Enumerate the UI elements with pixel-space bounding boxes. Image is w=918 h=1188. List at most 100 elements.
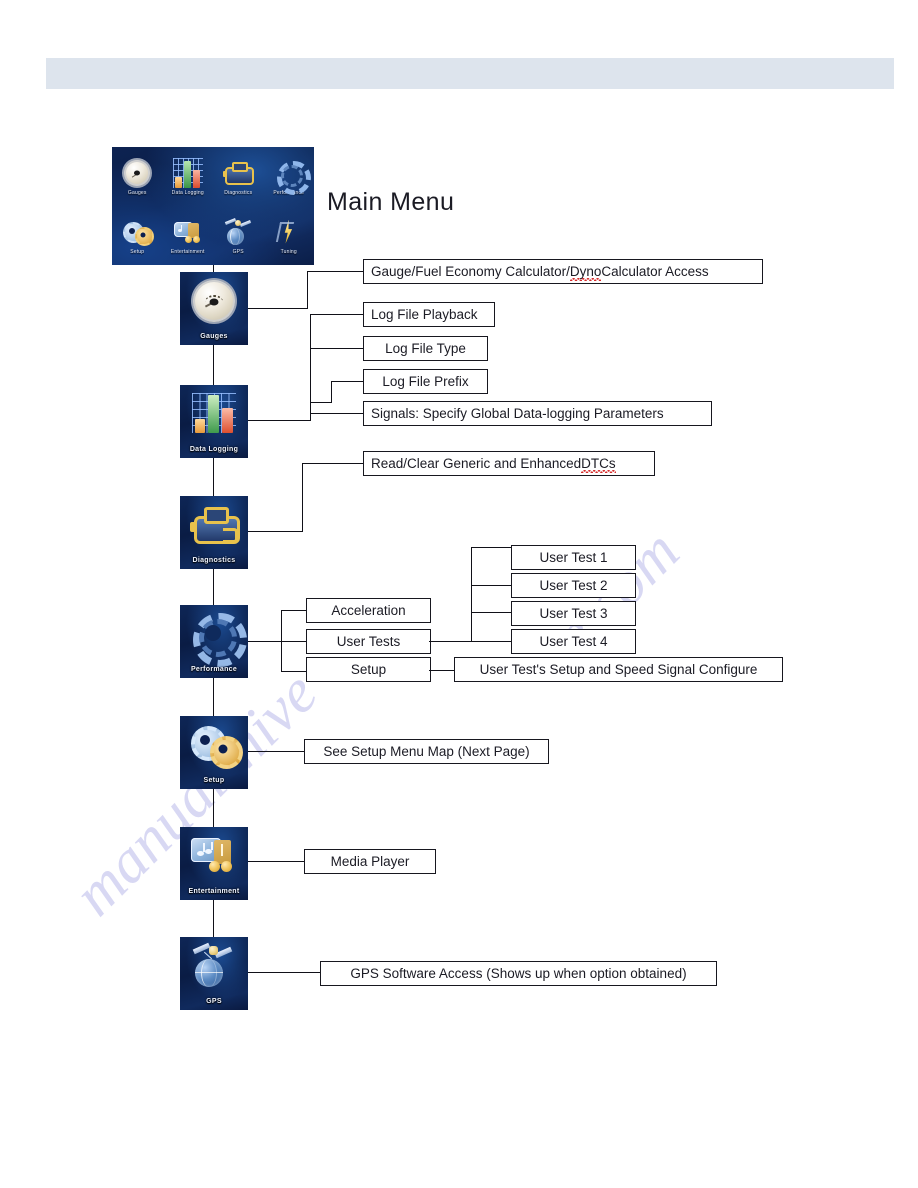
box-user-tests[interactable]: User Tests <box>306 629 431 654</box>
gauge-icon <box>190 278 238 324</box>
box-text: Signals: Specify Global Data-logging Par… <box>371 406 664 421</box>
spellcheck-word-dyno: Dyno <box>569 264 602 281</box>
mm-label: Gauges <box>127 189 147 196</box>
box-user-test-4[interactable]: User Test 4 <box>511 629 636 654</box>
connector-to-user-test-1 <box>471 547 512 548</box>
connector-diagnostics-to-box <box>302 463 364 464</box>
tile-setup[interactable]: Setup <box>180 716 248 789</box>
mm-label: Diagnostics <box>224 189 253 196</box>
connector-performance-out <box>248 641 282 642</box>
mm-label: Entertainment <box>170 248 205 255</box>
mm-item-data-logging: Data Logging <box>163 147 214 206</box>
box-signals[interactable]: Signals: Specify Global Data-logging Par… <box>363 401 712 426</box>
box-media-player[interactable]: Media Player <box>304 849 436 874</box>
box-text: Log File Prefix <box>382 374 469 389</box>
music-notes-icon <box>190 833 238 879</box>
box-user-test-2[interactable]: User Test 2 <box>511 573 636 598</box>
box-text: GPS Software Access (Shows up when optio… <box>350 966 687 981</box>
circular-arrows-icon <box>274 158 311 195</box>
box-text: Acceleration <box>331 603 406 618</box>
connector-to-user-test-setup <box>429 670 455 671</box>
box-gps-access[interactable]: GPS Software Access (Shows up when optio… <box>320 961 717 986</box>
tile-gps[interactable]: GPS <box>180 937 248 1010</box>
connector-to-user-tests <box>281 641 307 642</box>
bar-chart-icon <box>172 157 203 188</box>
page-canvas: manualshive e.com Gauges <box>0 0 918 1188</box>
tile-label: Data Logging <box>189 446 239 453</box>
satellite-globe-icon <box>223 217 253 247</box>
lightning-bolt-icon <box>274 217 304 247</box>
box-user-test-1[interactable]: User Test 1 <box>511 545 636 570</box>
box-text: User Test 4 <box>539 634 608 649</box>
gears-icon <box>190 722 243 769</box>
tile-label: Setup <box>203 777 225 784</box>
spine-segment-entertainment-gps <box>213 899 214 937</box>
tile-label: Performance <box>190 666 238 673</box>
box-text: Log File Type <box>385 341 466 356</box>
spine-segment-datalogging-diagnostics <box>213 458 214 496</box>
box-text-tail: Calculator Access <box>601 264 709 279</box>
page-title: Main Menu <box>327 188 455 216</box>
connector-to-user-test-3 <box>471 612 512 613</box>
spine-segment-setup-entertainment <box>213 789 214 827</box>
mm-item-entertainment: Entertainment <box>163 206 214 265</box>
satellite-globe-icon <box>190 942 238 989</box>
connector-to-user-test-4 <box>471 641 512 642</box>
connector-gauges-out <box>248 308 307 309</box>
connector-to-acceleration <box>281 610 307 611</box>
tile-gauges[interactable]: Gauges <box>180 272 248 345</box>
box-log-file-playback[interactable]: Log File Playback <box>363 302 495 327</box>
mm-label: GPS <box>232 248 244 255</box>
mm-item-gauges: Gauges <box>112 147 163 206</box>
connector-datalogging-out <box>248 420 311 421</box>
spine-segment-diagnostics-performance <box>213 568 214 605</box>
engine-icon <box>190 502 240 548</box>
spine-segment-performance-setup <box>213 678 214 716</box>
box-text: User Test 3 <box>539 606 608 621</box>
connector-user-tests-bus <box>471 547 472 642</box>
music-notes-icon <box>173 217 203 247</box>
engine-icon <box>223 158 255 188</box>
tile-performance[interactable]: Performance <box>180 605 248 678</box>
box-user-test-setup[interactable]: User Test's Setup and Speed Signal Confi… <box>454 657 783 682</box>
bar-chart-icon <box>190 391 238 437</box>
box-performance-setup[interactable]: Setup <box>306 657 431 682</box>
box-read-clear-dtcs[interactable]: Read/Clear Generic and Enhanced DTCs <box>363 451 655 476</box>
connector-user-tests-out <box>429 641 472 642</box>
connector-to-log-prefix <box>331 381 364 382</box>
box-text: Media Player <box>330 854 410 869</box>
mm-label: Tuning <box>280 248 297 255</box>
connector-to-log-playback <box>310 314 364 315</box>
mm-label: Setup <box>130 248 145 255</box>
box-text: Read/Clear Generic and Enhanced <box>371 456 582 471</box>
box-gauges-access[interactable]: Gauge/Fuel Economy Calculator/Dyno Calcu… <box>363 259 763 284</box>
box-text: See Setup Menu Map (Next Page) <box>323 744 530 759</box>
box-text: User Test 2 <box>539 578 608 593</box>
header-band <box>46 58 894 89</box>
connector-to-user-test-2 <box>471 585 512 586</box>
spellcheck-word-dtcs: DTCs <box>581 456 616 473</box>
connector-to-performance-setup <box>281 671 307 672</box>
tile-data-logging[interactable]: Data Logging <box>180 385 248 458</box>
main-menu-device-screenshot: Gauges Data Logging Diagnostics Performa… <box>112 147 314 265</box>
mm-item-gps: GPS <box>213 206 264 265</box>
connector-diagnostics-out <box>248 531 303 532</box>
mm-item-tuning: Tuning <box>264 206 315 265</box>
circular-arrows-icon <box>190 611 247 667</box>
box-setup-menu-map[interactable]: See Setup Menu Map (Next Page) <box>304 739 549 764</box>
box-text: Log File Playback <box>371 307 478 322</box>
tile-entertainment[interactable]: Entertainment <box>180 827 248 900</box>
box-acceleration[interactable]: Acceleration <box>306 598 431 623</box>
connector-setup-out <box>248 751 305 752</box>
box-user-test-3[interactable]: User Test 3 <box>511 601 636 626</box>
mm-label: Data Logging <box>171 189 204 196</box>
tile-label: Gauges <box>200 333 228 340</box>
mm-item-performance: Performance <box>264 147 315 206</box>
box-log-file-type[interactable]: Log File Type <box>363 336 488 361</box>
box-log-file-prefix[interactable]: Log File Prefix <box>363 369 488 394</box>
tile-diagnostics[interactable]: Diagnostics <box>180 496 248 569</box>
box-text: User Tests <box>336 634 401 649</box>
tile-label: GPS <box>206 998 222 1005</box>
connector-diagnostics-riser <box>302 463 303 532</box>
spine-segment-gauges-datalogging <box>213 345 214 385</box>
